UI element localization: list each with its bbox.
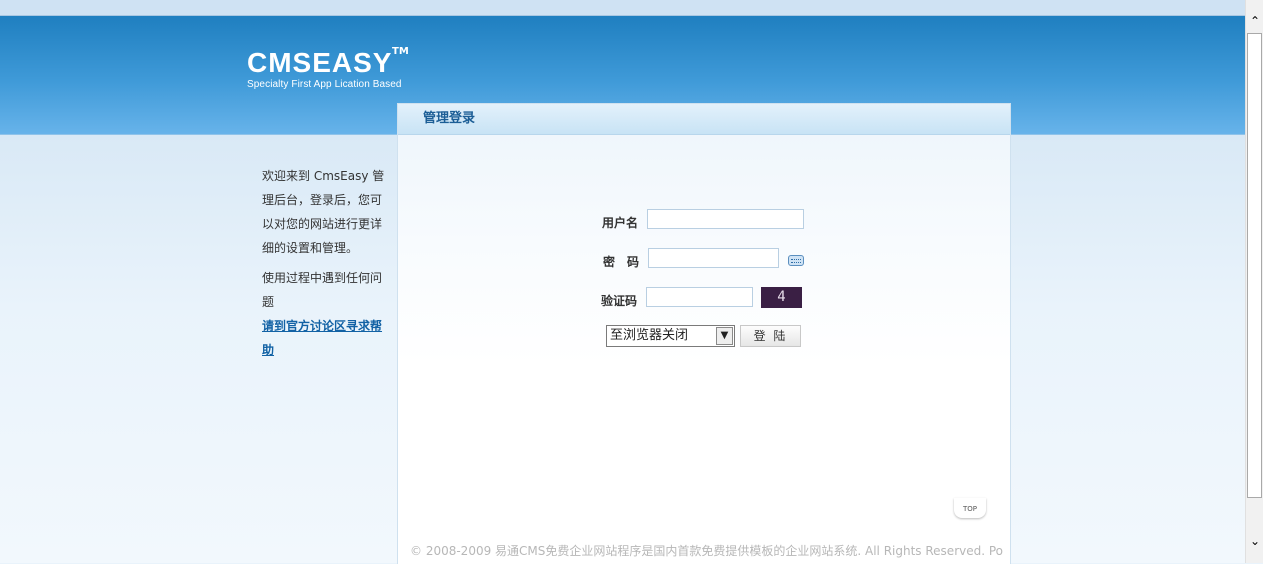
logo: CMSEASY TM Specialty First App Lication … — [247, 46, 409, 90]
back-to-top-button[interactable]: TOP — [954, 498, 986, 518]
help-link[interactable]: 请到官方讨论区寻求帮助 — [262, 319, 382, 357]
scroll-up-icon[interactable]: ⌃ — [1246, 12, 1263, 30]
username-label: 用户名 — [602, 216, 639, 230]
session-select[interactable]: 至浏览器关闭 ▼ — [606, 325, 735, 347]
panel-title: 管理登录 — [398, 104, 1010, 135]
browser-top-strip — [0, 0, 1245, 16]
sidebar-info: 欢迎来到 CmsEasy 管理后台，登录后，您可以对您的网站进行更详细的设置和管… — [262, 164, 387, 362]
password-label: 密 码 — [603, 255, 640, 269]
chevron-down-icon[interactable]: ▼ — [716, 327, 733, 345]
password-input[interactable] — [648, 248, 779, 268]
scrollbar-thumb[interactable] — [1247, 33, 1262, 498]
keyboard-icon[interactable] — [788, 255, 804, 266]
captcha-label: 验证码 — [601, 294, 638, 308]
login-panel: 管理登录 用户名 密 码 验证码 4 MHA 至浏览器关闭 ▼ 登 陆 TOP … — [397, 103, 1011, 564]
logo-tagline: Specialty First App Lication Based — [247, 79, 402, 90]
captcha-input[interactable] — [646, 287, 753, 307]
vertical-scrollbar[interactable]: ⌃ ⌄ — [1245, 0, 1263, 563]
logo-name: CMSEASY — [247, 47, 393, 78]
username-input[interactable] — [647, 209, 804, 229]
captcha-image[interactable]: 4 MHA — [761, 287, 802, 308]
problem-text: 使用过程中遇到任何问题 — [262, 271, 383, 309]
copyright-footer: © 2008-2009 易通CMS免费企业网站程序是国内首款免费提供模板的企业网… — [410, 544, 1004, 558]
session-select-value: 至浏览器关闭 — [610, 328, 689, 343]
welcome-text: 欢迎来到 CmsEasy 管理后台，登录后，您可以对您的网站进行更详细的设置和管… — [262, 169, 385, 255]
login-button[interactable]: 登 陆 — [740, 325, 801, 347]
logo-trademark: TM — [392, 46, 409, 57]
scroll-down-icon[interactable]: ⌄ — [1246, 532, 1263, 550]
